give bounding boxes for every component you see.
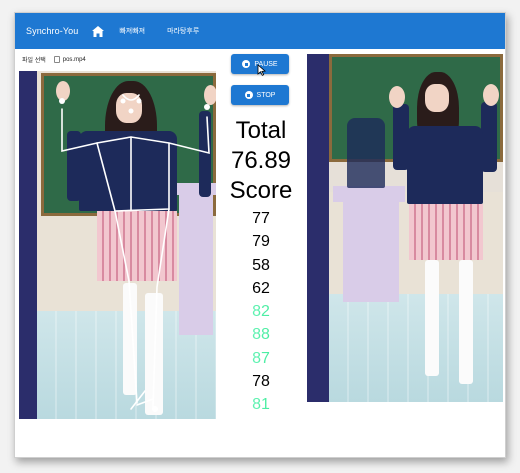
score-item: 79	[252, 233, 270, 251]
file-choose-button[interactable]: 파일 선택	[22, 55, 46, 64]
score-item: 82	[223, 300, 299, 323]
app-bar: Synchro-You 빠져빠져 마라탕후루	[15, 13, 505, 49]
score-list: 77 79 58 62 82 88 87 78 81	[223, 207, 299, 417]
pointer-cursor-icon	[257, 64, 266, 76]
stop-icon	[244, 91, 253, 99]
score-item: 78	[252, 373, 270, 391]
score-item: 87	[223, 347, 299, 370]
score-item: 58	[252, 256, 270, 274]
file-name: pos.mp4	[62, 56, 86, 63]
video-frame	[307, 54, 503, 402]
stop-button[interactable]: STOP	[231, 85, 289, 105]
app-title: Synchro-You	[26, 26, 79, 36]
reference-video[interactable]	[307, 54, 503, 402]
nav-item-1[interactable]: 빠져빠져	[119, 26, 145, 36]
score-item: 77	[252, 210, 270, 227]
total-label: Total	[235, 117, 287, 144]
app-window: Synchro-You 빠져빠져 마라탕후루 파일 선택 pos.mp4 PAU…	[14, 12, 506, 458]
score-label: Score	[229, 177, 293, 204]
score-item: 88	[223, 323, 299, 346]
stop-label: STOP	[256, 91, 276, 99]
pose-video[interactable]	[19, 71, 216, 419]
file-picker: 파일 선택 pos.mp4	[22, 55, 86, 64]
nav-item-2[interactable]: 마라탕후루	[167, 26, 199, 36]
score-item: 62	[252, 279, 270, 297]
pause-icon	[242, 60, 251, 68]
file-icon	[53, 56, 60, 63]
pose-skeleton	[59, 94, 210, 412]
score-item: 81	[223, 393, 299, 416]
total-score-value: 76.89	[230, 147, 292, 174]
home-icon[interactable]	[91, 24, 105, 38]
